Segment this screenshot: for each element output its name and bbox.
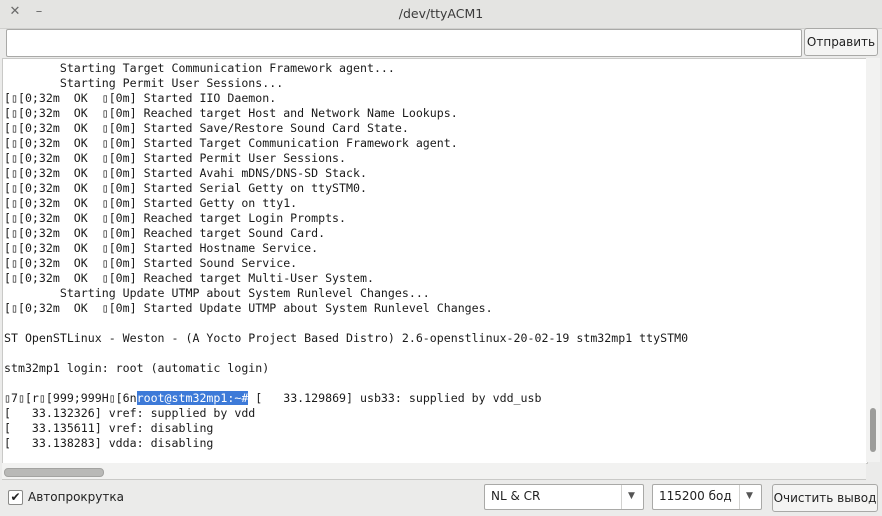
tail-lines: [ 33.132326] vref: supplied by vdd [ 33.… [4,406,256,450]
baud-rate-select[interactable]: 115200 бод ▼ [652,484,762,510]
select-divider [621,485,622,509]
send-input[interactable] [6,29,802,57]
selected-prompt: root@stm32mp1:~# [136,391,249,405]
window-title: /dev/ttyACM1 [398,6,484,21]
autoscroll-checkbox[interactable]: ✔ [8,490,23,505]
vertical-scrollbar[interactable] [866,58,880,462]
horizontal-scroll-thumb[interactable] [4,468,104,477]
line-ending-value: NL & CR [491,489,541,503]
send-row: Отправить [0,28,882,58]
select-divider [739,485,740,509]
output-text: Starting Target Communication Framework … [3,59,867,451]
horizontal-scrollbar[interactable] [2,463,866,480]
send-button[interactable]: Отправить [804,28,878,56]
autoscroll-label[interactable]: Автопрокрутка [28,490,124,504]
bottom-toolbar: ✔ Автопрокрутка NL & CR ▼ 115200 бод ▼ О… [0,482,882,516]
chevron-down-icon: ▼ [746,491,753,501]
log-lines: Starting Target Communication Framework … [4,61,689,375]
vertical-scroll-thumb[interactable] [870,408,876,452]
line-ending-select[interactable]: NL & CR ▼ [484,484,644,510]
baud-rate-value: 115200 бод [659,489,732,503]
clear-output-button[interactable]: Очистить вывод [772,484,878,512]
title-bar: ✕ – /dev/ttyACM1 [0,0,882,29]
prompt-suffix: [ 33.129869] usb33: supplied by vdd_usb [248,391,542,405]
chevron-down-icon: ▼ [628,491,635,501]
prompt-prefix: ▯7▯[r▯[999;999H▯[6n [4,391,137,405]
serial-output[interactable]: Starting Target Communication Framework … [2,58,868,464]
